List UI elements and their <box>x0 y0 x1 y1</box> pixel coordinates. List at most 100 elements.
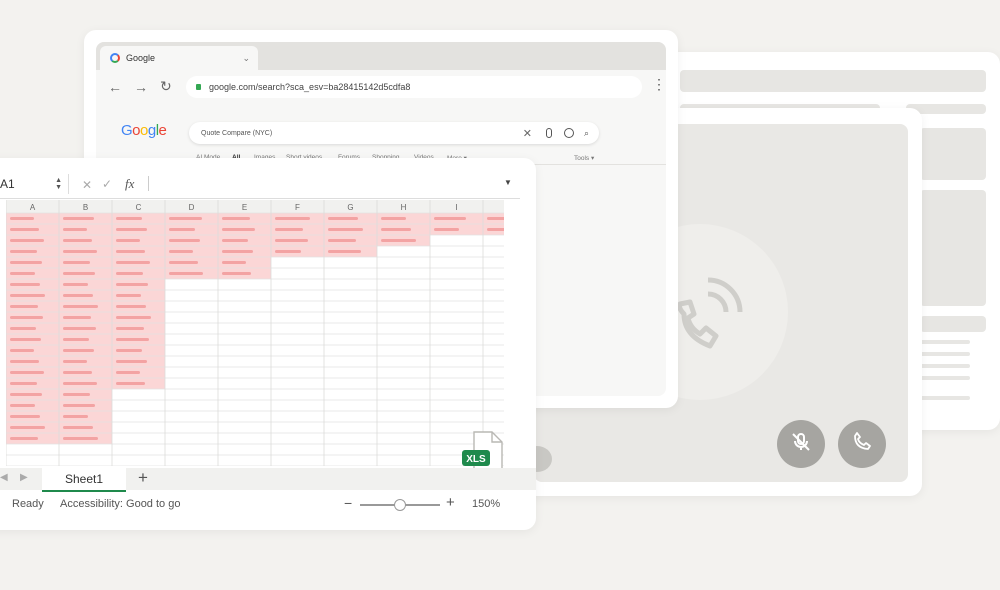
cell-value-bar <box>116 349 142 352</box>
cell-value-bar <box>116 360 147 363</box>
cell-value-bar <box>10 305 38 308</box>
cell-value-bar <box>116 338 149 341</box>
cell-value-bar <box>487 228 519 231</box>
browser-tab[interactable]: Google ⌄ <box>100 46 258 70</box>
check-icon[interactable]: ✓ <box>102 177 112 191</box>
back-arrow-icon[interactable]: ← <box>108 79 122 95</box>
cell-value-bar <box>63 228 87 231</box>
cell-value-bar <box>328 250 361 253</box>
xls-badge-label: XLS <box>466 454 486 465</box>
cell-value-bar <box>169 217 202 220</box>
cancel-icon[interactable]: ✕ <box>82 178 92 192</box>
cell-value-bar <box>63 426 93 429</box>
zoom-out-button[interactable]: − <box>344 495 352 511</box>
reload-icon[interactable]: ↻ <box>160 78 172 95</box>
name-box[interactable]: A1 ▲ ▼ <box>0 174 69 194</box>
lens-icon[interactable] <box>563 128 574 138</box>
cell-value-bar <box>10 261 42 264</box>
address-text: google.com/search?sca_esv=ba28415142d5cd… <box>209 82 411 92</box>
cell-value-bar <box>169 261 198 264</box>
cell-value-bar <box>434 228 459 231</box>
mic-icon[interactable] <box>545 128 552 138</box>
cell-value-bar <box>63 382 97 385</box>
mute-button[interactable] <box>777 420 825 468</box>
cell-value-bar <box>63 261 90 264</box>
cell-value-bar <box>63 393 90 396</box>
cell-value-bar <box>328 217 358 220</box>
cell-value-bar <box>10 426 45 429</box>
column-header: E <box>242 203 247 212</box>
address-row: ← → ↻ google.com/search?sca_esv=ba284151… <box>96 70 666 104</box>
cell-value-bar <box>10 239 44 242</box>
cell-value-bar <box>10 382 37 385</box>
cell-grid[interactable]: ABCDEFGHIJ <box>5 200 537 471</box>
tab-scroll-left-icon[interactable]: ◀ <box>0 472 8 483</box>
cell-value-bar <box>10 327 36 330</box>
lock-icon <box>196 84 201 90</box>
cell-value-bar <box>116 228 147 231</box>
cell-value-bar <box>116 250 145 253</box>
cell-value-bar <box>63 250 97 253</box>
add-sheet-button[interactable]: + <box>138 468 148 488</box>
google-logo: Google <box>121 122 167 139</box>
cell-value-bar <box>63 294 93 297</box>
nav-tools[interactable]: Tools ▾ <box>574 154 594 162</box>
cell-value-bar <box>116 283 148 286</box>
formula-input[interactable] <box>148 176 149 191</box>
status-accessibility[interactable]: Accessibility: Good to go <box>60 498 180 510</box>
call-button[interactable] <box>838 420 886 468</box>
zoom-in-button[interactable]: + <box>446 494 455 511</box>
address-bar[interactable]: google.com/search?sca_esv=ba28415142d5cd… <box>186 76 642 98</box>
column-header: C <box>136 203 142 212</box>
sheet-tab-sheet1[interactable]: Sheet1 <box>42 468 126 492</box>
cell-value-bar <box>10 415 40 418</box>
cell-value-bar <box>487 217 514 220</box>
cell-value-bar <box>116 327 144 330</box>
cell-value-bar <box>63 349 94 352</box>
clear-icon[interactable]: ✕ <box>523 127 532 140</box>
cell-value-bar <box>10 404 35 407</box>
cell-value-bar <box>116 371 140 374</box>
cell-value-bar <box>10 217 34 220</box>
cell-reference: A1 <box>0 177 15 191</box>
spreadsheet-window: A1 ▲▼ ✕ ✓ fx ▼ ABCDEFGHIJ XLS ◀ ▶ Sheet1… <box>0 158 537 530</box>
cell-value-bar <box>10 349 34 352</box>
column-header: D <box>189 203 195 212</box>
formula-expand-icon[interactable]: ▼ <box>504 178 512 187</box>
chevron-down-icon[interactable]: ⌄ <box>242 53 250 64</box>
status-bar: Ready Accessibility: Good to go − + 150% <box>0 492 536 518</box>
cell-value-bar <box>222 217 250 220</box>
tab-scroll-right-icon[interactable]: ▶ <box>20 472 28 483</box>
column-header: I <box>455 203 457 212</box>
cell-value-bar <box>328 239 356 242</box>
cell-value-bar <box>275 250 301 253</box>
cell-value-bar <box>222 250 253 253</box>
zoom-slider-thumb[interactable] <box>394 499 406 511</box>
cell-value-bar <box>10 338 41 341</box>
function-icon[interactable]: fx <box>125 176 134 192</box>
phone-ringing-icon <box>674 274 744 359</box>
cell-value-bar <box>381 228 411 231</box>
search-icon[interactable]: ⌕ <box>584 128 589 139</box>
cell-value-bar <box>63 415 88 418</box>
kebab-menu-icon[interactable]: ⋮ <box>652 76 666 93</box>
cell-value-bar <box>63 437 98 440</box>
cell-value-bar <box>10 437 38 440</box>
cell-value-bar <box>63 371 92 374</box>
tab-strip: Google ⌄ <box>96 42 666 70</box>
zoom-level[interactable]: 150% <box>472 498 500 510</box>
cell-value-bar <box>10 228 39 231</box>
forward-arrow-icon[interactable]: → <box>134 79 148 95</box>
name-box-spinner-icon[interactable]: ▲ ▼ <box>55 177 62 191</box>
cell-value-bar <box>116 316 151 319</box>
cell-value-bar <box>116 305 146 308</box>
cell-value-bar <box>63 305 98 308</box>
sheet-tab-label: Sheet1 <box>64 472 104 486</box>
cell-value-bar <box>63 327 96 330</box>
search-input[interactable]: Quote Compare (NYC) ✕ ⌕ <box>189 122 599 144</box>
cell-value-bar <box>434 217 466 220</box>
cell-value-bar <box>63 283 88 286</box>
zoom-slider[interactable] <box>360 499 440 511</box>
cell-value-bar <box>10 360 39 363</box>
cell-value-bar <box>275 239 308 242</box>
